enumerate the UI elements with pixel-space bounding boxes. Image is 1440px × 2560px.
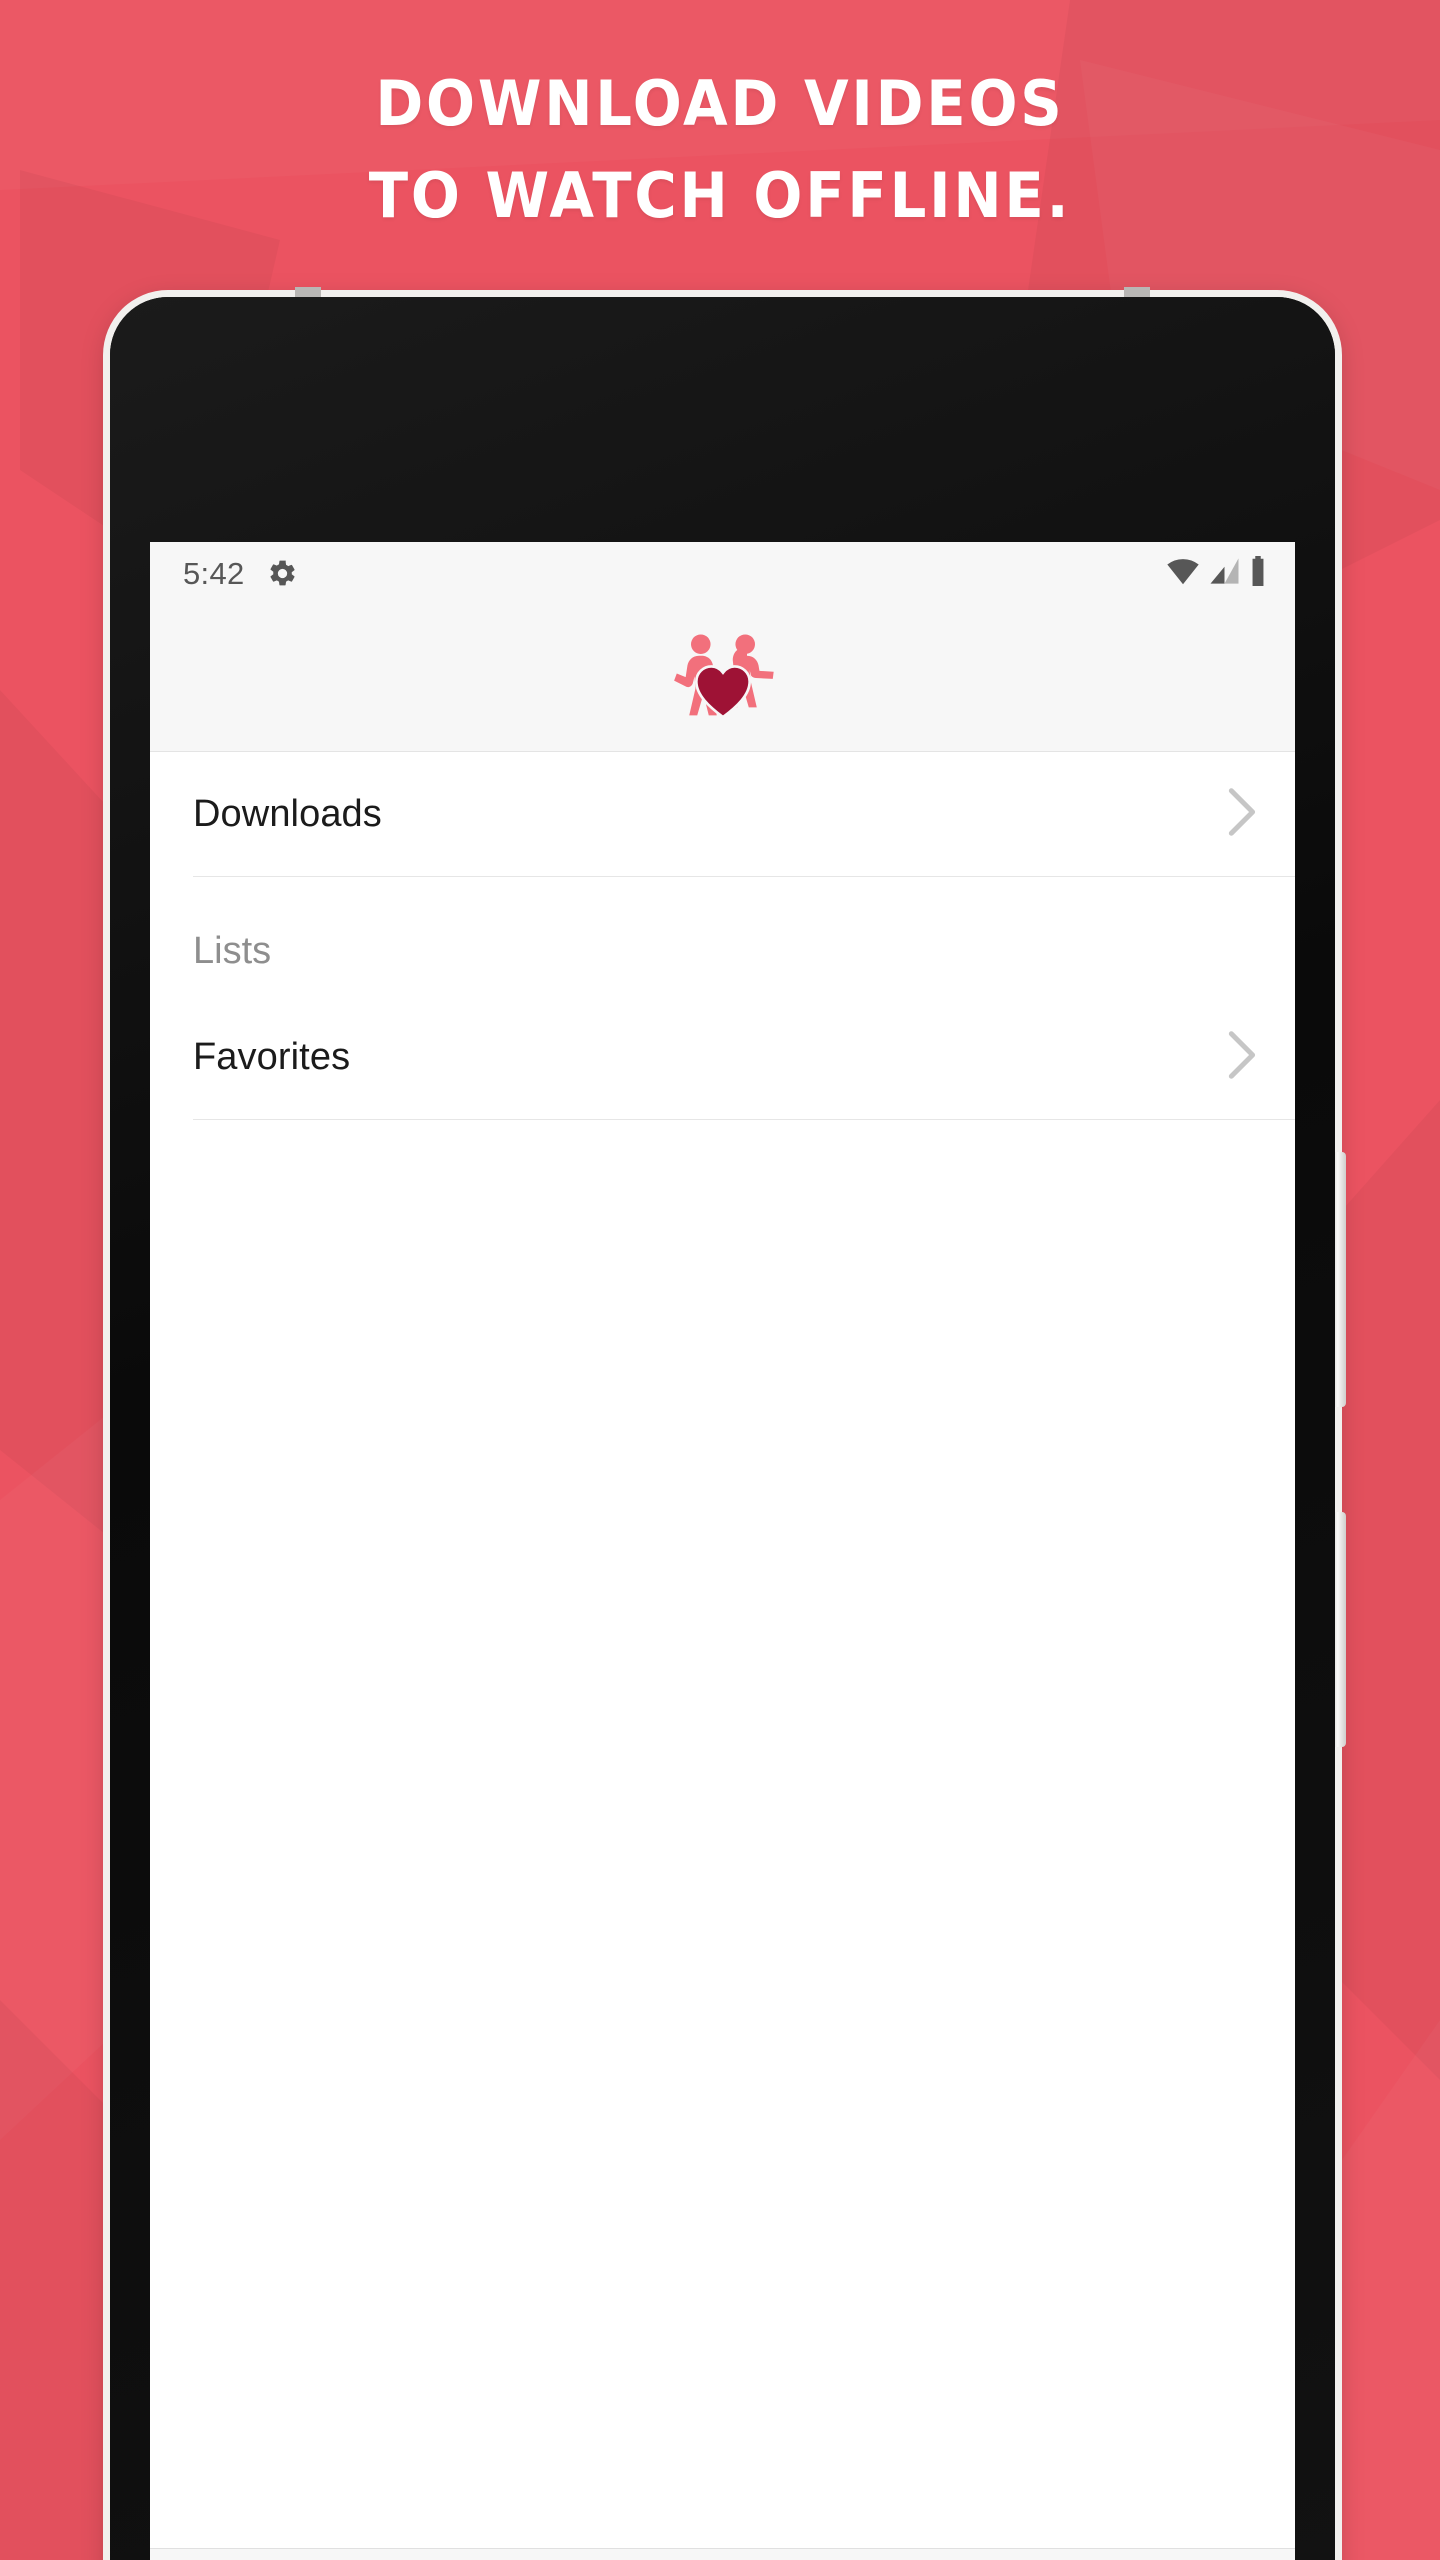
chevron-right-icon	[1223, 785, 1259, 844]
cellular-signal-icon	[1209, 557, 1240, 590]
list-item-favorites[interactable]: Favorites	[150, 995, 1295, 1119]
chevron-right-icon	[1223, 1028, 1259, 1087]
wifi-icon	[1166, 557, 1200, 590]
app-header	[150, 605, 1295, 752]
gear-icon	[267, 558, 298, 589]
list-section-header-lists: Lists	[150, 877, 1295, 995]
headline-line-2: TO WATCH OFFLINE.	[368, 159, 1072, 232]
battery-full-icon	[1249, 556, 1267, 591]
status-bar-time: 5:42	[183, 555, 245, 591]
list-item-label: Favorites	[193, 1035, 351, 1078]
settings-list: Downloads Lists Favorites	[150, 752, 1295, 1120]
phone-screen: 5:42 Downloads Lists Favorites	[150, 542, 1295, 2560]
section-header-label: Lists	[193, 930, 272, 972]
list-item-downloads[interactable]: Downloads	[150, 752, 1295, 876]
phone-mockup: 5:42 Downloads Lists Favorites	[110, 287, 1346, 2560]
list-item-label: Downloads	[193, 792, 382, 835]
promo-headline: DOWNLOAD VIDEOS TO WATCH OFFLINE.	[50, 58, 1389, 242]
people-carrying-heart-logo	[669, 630, 777, 726]
status-bar: 5:42	[150, 542, 1295, 605]
list-empty-area	[150, 1120, 1295, 2548]
status-bar-indicators	[1166, 556, 1267, 591]
headline-line-1: DOWNLOAD VIDEOS	[375, 67, 1065, 140]
bottom-navigation-bar	[150, 2548, 1295, 2560]
